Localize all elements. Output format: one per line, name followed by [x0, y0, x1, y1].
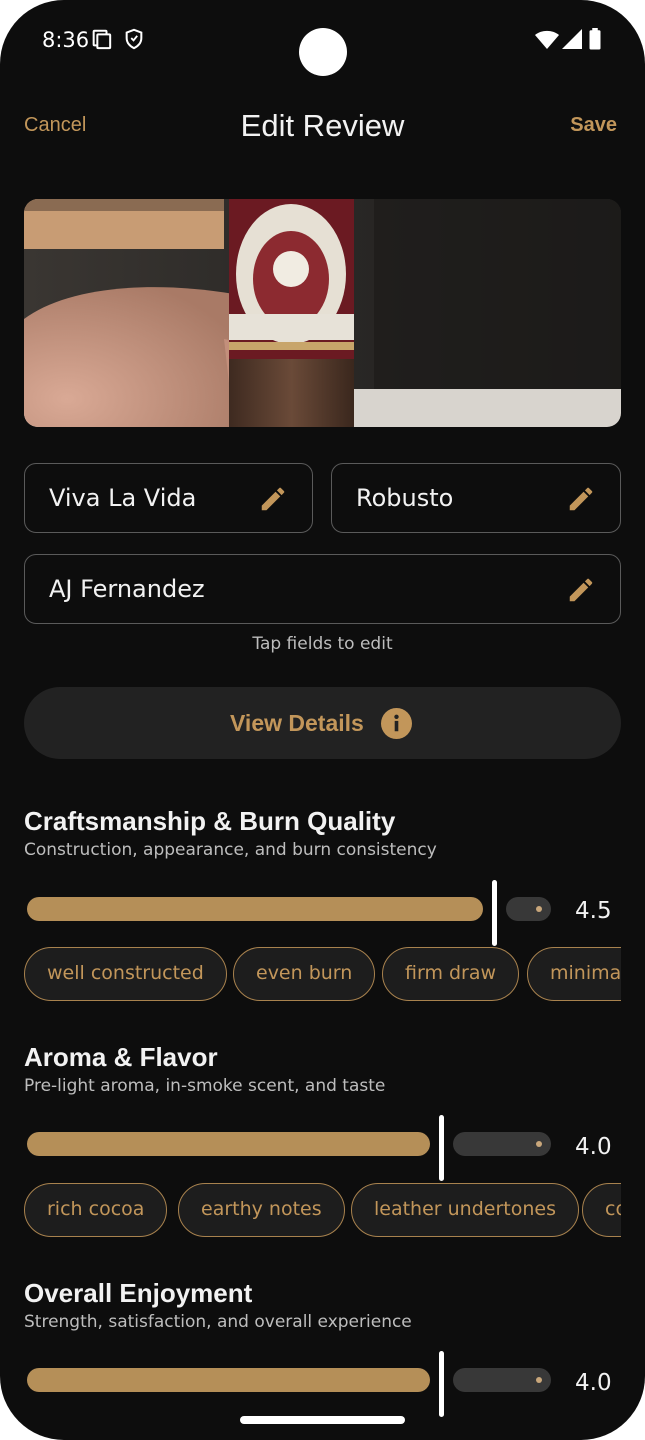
- vitola-field[interactable]: Robusto: [331, 463, 621, 533]
- rating-title: Craftsmanship & Burn Quality: [24, 806, 396, 836]
- tag-chip[interactable]: rich cocoa: [24, 1183, 168, 1237]
- craftsmanship-slider[interactable]: [24, 880, 564, 946]
- rating-title: Overall Enjoyment: [24, 1278, 253, 1308]
- slider-track: [506, 897, 551, 921]
- home-indicator[interactable]: [240, 1416, 405, 1424]
- cancel-button[interactable]: Cancel: [24, 114, 86, 137]
- cigar-photo[interactable]: [24, 199, 621, 427]
- screen-icon: [92, 29, 112, 50]
- app-screen: 8:36 Edit Review Cancel Save Viva La Vid…: [0, 0, 645, 1440]
- tag-chip[interactable]: well constructed: [24, 947, 227, 1001]
- overall-enjoyment-slider[interactable]: [24, 1351, 564, 1417]
- signal-icon: [562, 29, 582, 49]
- status-bar: 8:36: [0, 0, 645, 80]
- wifi-icon: [535, 30, 559, 49]
- pencil-icon: [569, 487, 593, 511]
- slider-thumb[interactable]: [439, 1115, 444, 1181]
- vitola-value: Robusto: [356, 484, 454, 512]
- save-button[interactable]: Save: [570, 114, 617, 137]
- rating-value: 4.0: [575, 1370, 612, 1396]
- pencil-icon: [261, 487, 285, 511]
- tag-chip[interactable]: co: [582, 1183, 621, 1237]
- edit-hint: Tap fields to edit: [252, 634, 393, 654]
- slider-fill: [27, 897, 483, 921]
- page-title: Edit Review: [240, 108, 405, 143]
- pencil-icon: [569, 578, 593, 602]
- tag-chips-row: rich cocoa earthy notes leather underton…: [24, 1183, 621, 1239]
- slider-end-dot: [536, 1377, 542, 1383]
- view-details-button[interactable]: View Details: [24, 687, 621, 759]
- slider-thumb[interactable]: [492, 880, 497, 946]
- tag-chip[interactable]: firm draw: [382, 947, 520, 1001]
- rating-subtitle: Pre-light aroma, in-smoke scent, and tas…: [24, 1076, 386, 1096]
- rating-value: 4.5: [575, 898, 612, 924]
- rating-subtitle: Strength, satisfaction, and overall expe…: [24, 1312, 412, 1332]
- rating-value: 4.0: [575, 1134, 612, 1160]
- tag-chip[interactable]: leather undertones: [351, 1183, 579, 1237]
- status-time: 8:36: [42, 28, 90, 52]
- rating-title: Aroma & Flavor: [24, 1042, 218, 1072]
- info-icon: [381, 708, 412, 739]
- tag-chips-row: well constructed even burn firm draw min…: [24, 947, 621, 1003]
- front-camera: [299, 28, 347, 76]
- tag-chip[interactable]: minima: [527, 947, 621, 1001]
- tag-chip[interactable]: even burn: [233, 947, 376, 1001]
- cigar-name-value: Viva La Vida: [49, 484, 197, 512]
- slider-fill: [27, 1132, 430, 1156]
- tag-chip[interactable]: earthy notes: [178, 1183, 345, 1237]
- brand-value: AJ Fernandez: [49, 575, 205, 603]
- aroma-flavor-slider[interactable]: [24, 1115, 564, 1181]
- battery-icon: [589, 28, 601, 50]
- view-details-label: View Details: [230, 710, 364, 736]
- slider-thumb[interactable]: [439, 1351, 444, 1417]
- slider-end-dot: [536, 906, 542, 912]
- rating-subtitle: Construction, appearance, and burn consi…: [24, 840, 437, 860]
- shield-icon: [125, 28, 143, 50]
- cigar-name-field[interactable]: Viva La Vida: [24, 463, 313, 533]
- slider-fill: [27, 1368, 430, 1392]
- brand-field[interactable]: AJ Fernandez: [24, 554, 621, 624]
- cigar-photo-illustration: [24, 199, 621, 427]
- slider-end-dot: [536, 1141, 542, 1147]
